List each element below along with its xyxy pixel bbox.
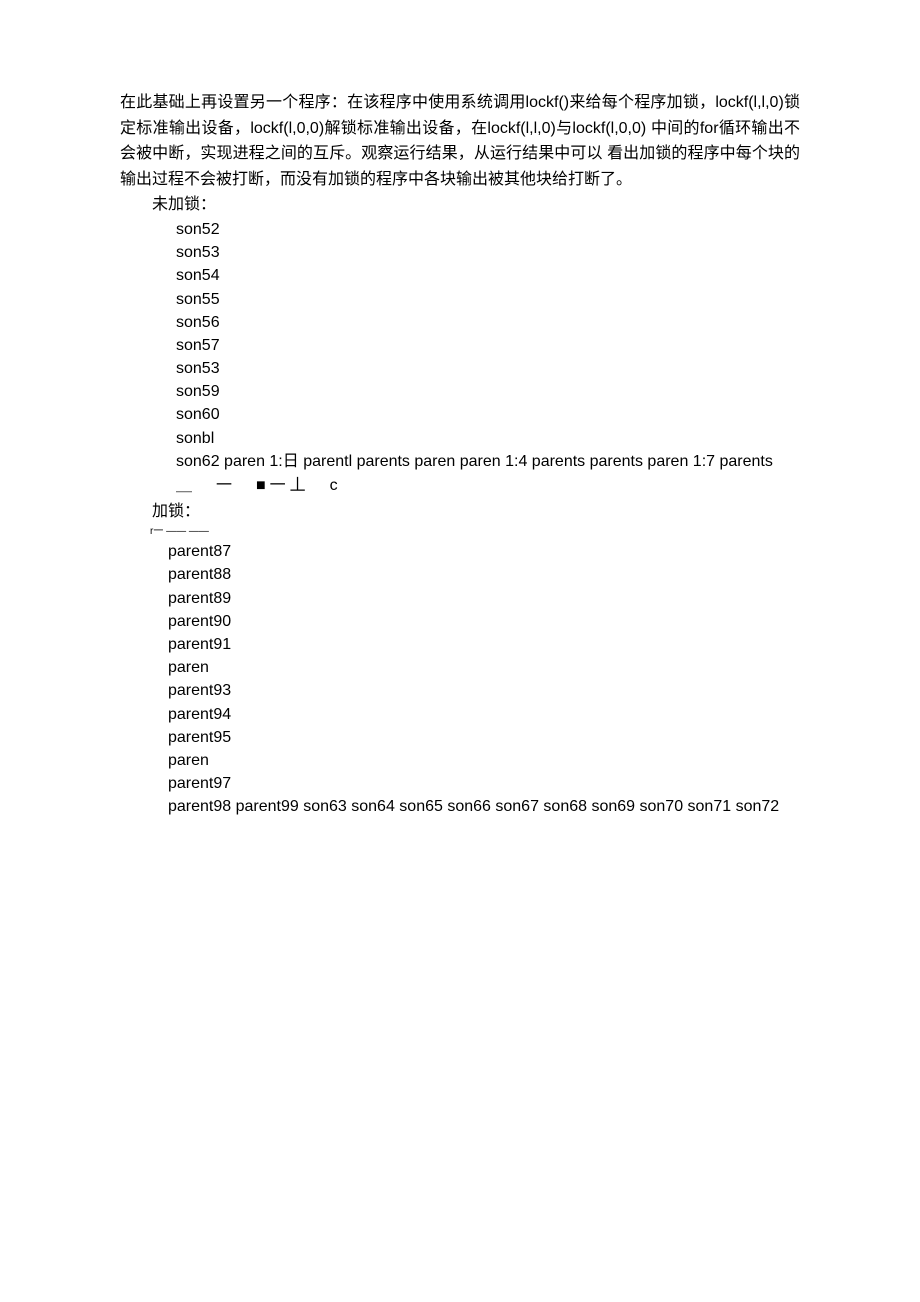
- unlocked-output-block: son52 son53 son54 son55 son56 son57 son5…: [176, 218, 800, 450]
- output-line: son53: [176, 241, 800, 264]
- output-line: parent87: [168, 540, 800, 563]
- output-line: parent93: [168, 679, 800, 702]
- output-line: son55: [176, 288, 800, 311]
- output-line: son53: [176, 357, 800, 380]
- locked-output-block: parent87 parent88 parent89 parent90 pare…: [168, 540, 800, 795]
- output-line: son57: [176, 334, 800, 357]
- output-line: parent88: [168, 563, 800, 586]
- decor-line: r一 —— ——: [150, 524, 800, 540]
- main-paragraph: 在此基础上再设置另一个程序：在该程序中使用系统调用lockf()来给每个程序加锁…: [120, 90, 800, 192]
- output-line: parent95: [168, 726, 800, 749]
- output-line: son59: [176, 380, 800, 403]
- output-line: paren: [168, 656, 800, 679]
- output-line: parent94: [168, 703, 800, 726]
- output-line: parent97: [168, 772, 800, 795]
- output-line: paren: [168, 749, 800, 772]
- locked-last-line: parent98 parent99 son63 son64 son65 son6…: [168, 795, 800, 818]
- output-line: parent89: [168, 587, 800, 610]
- output-line: parent90: [168, 610, 800, 633]
- output-line: parent91: [168, 633, 800, 656]
- output-line: son54: [176, 264, 800, 287]
- output-line: son56: [176, 311, 800, 334]
- output-line: son52: [176, 218, 800, 241]
- symbol-line: ＿ 一 ■一丄 c: [176, 473, 800, 499]
- unlocked-label: 未加锁：: [152, 192, 800, 218]
- locked-label: 加锁：: [152, 499, 800, 525]
- output-line: son60: [176, 403, 800, 426]
- unlocked-last-line: son62 paren 1:日 parentl parents paren pa…: [176, 450, 800, 473]
- output-line: sonbl: [176, 427, 800, 450]
